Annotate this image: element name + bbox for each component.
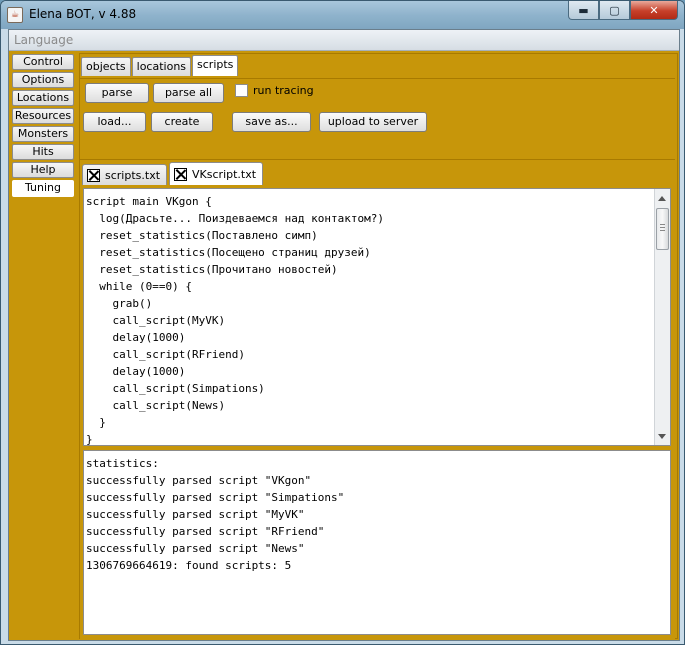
sidebar-tab-tuning[interactable]: Tuning	[12, 180, 74, 197]
code-line: reset_statistics(Прочитано новостей)	[86, 263, 338, 276]
editor-scrollbar[interactable]	[654, 189, 670, 445]
scroll-up-icon[interactable]	[658, 196, 666, 201]
minimize-button[interactable]: ▬	[568, 1, 599, 20]
file-tab-label: VKscript.txt	[192, 167, 257, 181]
scrollbar-thumb[interactable]	[656, 208, 669, 250]
tab-objects[interactable]: objects	[81, 57, 131, 76]
close-icon: ✕	[649, 3, 659, 17]
tab-locations[interactable]: locations	[131, 57, 192, 76]
sidebar-tab-resources[interactable]: Resources	[12, 108, 74, 124]
code-line: delay(1000)	[86, 365, 186, 378]
log-line: statistics:	[86, 457, 159, 470]
code-line: }	[86, 433, 93, 446]
grip-line	[660, 230, 665, 231]
code-line: call_script(MyVK)	[86, 314, 226, 327]
window-controls: ▬ ▢ ✕	[568, 1, 678, 21]
sidebar-tab-locations[interactable]: Locations	[12, 90, 74, 106]
code-line: delay(1000)	[86, 331, 186, 344]
log-line: successfully parsed script "VKgon"	[86, 474, 312, 487]
code-line: reset_statistics(Поставлено симп)	[86, 229, 318, 242]
toolbar-divider	[80, 159, 675, 160]
tab-scripts[interactable]: scripts	[192, 55, 239, 76]
log-line: successfully parsed script "Simpations"	[86, 491, 345, 504]
grip-line	[660, 227, 665, 228]
file-tab-vkscript-txt[interactable]: VKscript.txt	[169, 162, 264, 185]
code-line: script main VKgon {	[86, 195, 212, 208]
app-window: ☕ Elena BOT, v 4.88 ▬ ▢ ✕ Language Contr…	[0, 0, 685, 645]
code-line: while (0==0) {	[86, 280, 192, 293]
close-box-icon[interactable]	[87, 168, 100, 182]
log-line: 1306769664619: found scripts: 5	[86, 559, 292, 572]
sidebar-tab-options[interactable]: Options	[12, 72, 74, 88]
code-line: call_script(RFriend)	[86, 348, 245, 361]
maximize-icon: ▢	[609, 3, 620, 17]
menu-language[interactable]: Language	[14, 33, 73, 47]
menu-bar: Language	[9, 30, 679, 51]
close-button[interactable]: ✕	[630, 1, 678, 20]
run-tracing-checkbox[interactable]	[235, 84, 248, 97]
code-line: reset_statistics(Посещено страниц друзей…	[86, 246, 371, 259]
client-area: Language Control Options Locations Resou…	[8, 29, 680, 641]
output-log[interactable]: statistics: successfully parsed script "…	[83, 450, 671, 635]
log-line: successfully parsed script "RFriend"	[86, 525, 325, 538]
scripts-panel: parse parse all run tracing load... crea…	[80, 78, 675, 639]
grip-line	[660, 224, 665, 225]
file-tab-label: scripts.txt	[105, 168, 161, 182]
log-line: successfully parsed script "MyVK"	[86, 508, 305, 521]
sidebar-tabs: Control Options Locations Resources Mons…	[12, 54, 75, 199]
tuning-panel: objects locations scripts parse parse al…	[79, 53, 678, 639]
title-bar[interactable]: ☕ Elena BOT, v 4.88 ▬ ▢ ✕	[1, 1, 684, 29]
code-line: grab()	[86, 297, 153, 310]
parse-all-button[interactable]: parse all	[153, 83, 224, 103]
save-as-button[interactable]: save as...	[232, 112, 311, 132]
run-tracing-option[interactable]: run tracing	[235, 84, 314, 97]
close-box-icon[interactable]	[174, 167, 188, 181]
log-line: successfully parsed script "News"	[86, 542, 305, 555]
scroll-down-icon[interactable]	[658, 434, 666, 439]
code-line: }	[86, 416, 106, 429]
sidebar-tab-control[interactable]: Control	[12, 54, 74, 70]
load-button[interactable]: load...	[83, 112, 146, 132]
script-editor[interactable]: script main VKgon { log(Драсьте... Поизд…	[83, 188, 671, 446]
sidebar-tab-help[interactable]: Help	[12, 162, 74, 178]
sidebar-tab-monsters[interactable]: Monsters	[12, 126, 74, 142]
file-tab-scripts-txt[interactable]: scripts.txt	[82, 164, 168, 185]
code-line: call_script(Simpations)	[86, 382, 265, 395]
minimize-icon: ▬	[578, 3, 589, 17]
run-tracing-label: run tracing	[253, 84, 314, 97]
parse-button[interactable]: parse	[85, 83, 149, 103]
sidebar-tab-hits[interactable]: Hits	[12, 144, 74, 160]
maximize-button[interactable]: ▢	[599, 1, 630, 20]
code-line: log(Драсьте... Поиздеваемся над контакто…	[86, 212, 385, 225]
window-title: Elena BOT, v 4.88	[29, 7, 137, 21]
code-line: call_script(News)	[86, 399, 226, 412]
file-tabs: scripts.txt VKscript.txt	[82, 162, 265, 186]
upload-to-server-button[interactable]: upload to server	[319, 112, 427, 132]
top-tabs: objects locations scripts	[81, 55, 239, 77]
java-cup-icon: ☕	[7, 7, 23, 23]
create-button[interactable]: create	[151, 112, 213, 132]
